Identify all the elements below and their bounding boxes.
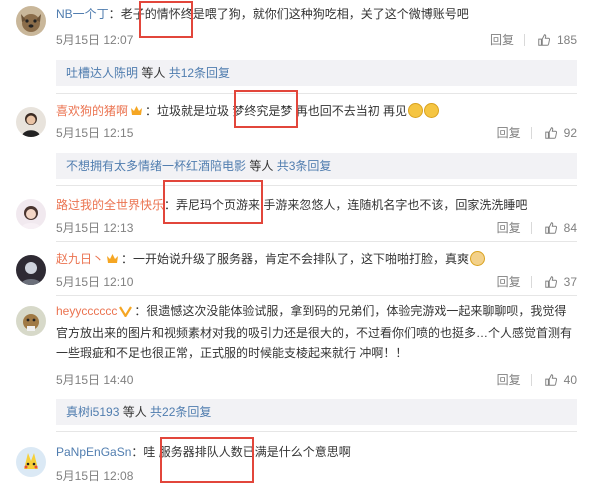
colon: ：	[108, 7, 121, 21]
reply-user-link[interactable]: 吐槽达人陈明	[66, 66, 138, 80]
colon: ：	[134, 304, 147, 318]
reply-user-link[interactable]: 不想拥有太多情绪一杯红酒陪电影	[66, 159, 246, 173]
username-link[interactable]: 赵九日丶	[56, 252, 104, 266]
colon: ：	[145, 104, 158, 118]
reply-user-link[interactable]: 真树i5193	[66, 405, 119, 419]
timestamp: 5月15日 12:10	[56, 275, 134, 289]
comment-body: 哇 服务器排队人数已满是什么个意思啊	[143, 445, 351, 459]
avatar[interactable]	[16, 306, 46, 336]
comment-text: NB一个丁：老子的情怀终是喂了狗，就你们这种狗吃相，关了这个微博账号吧	[56, 5, 469, 23]
avatar[interactable]	[16, 6, 46, 36]
divider	[56, 295, 577, 296]
username-link[interactable]: PaNpEnGaSn	[56, 445, 131, 459]
like-button[interactable]: 84	[544, 220, 577, 236]
more-replies-bar[interactable]: 真树i5193 等人 共22条回复	[56, 399, 577, 425]
thumbs-up-icon	[544, 127, 557, 139]
timestamp: 5月15日 14:40	[56, 373, 134, 387]
username-link[interactable]: 路过我的全世界快乐	[56, 198, 164, 212]
comment-body: 弄尼玛个页游来 手游来忽悠人，连随机名字也不该，回家洗洗睡吧	[176, 198, 528, 212]
like-count: 92	[563, 126, 577, 140]
more-replies-mid: 等人	[138, 66, 169, 80]
username-link[interactable]: NB一个丁	[56, 7, 109, 21]
action-divider	[530, 276, 532, 288]
colon: ：	[121, 252, 134, 266]
vip-badge-icon	[106, 252, 119, 270]
vip-badge-icon	[119, 303, 133, 323]
more-replies-mid: 等人	[119, 405, 151, 419]
thumbs-up-icon	[544, 374, 557, 386]
comment-text: heyycccccc ：很遗憾这次没能体验试服，拿到码的兄弟们，体验完游戏一起来聊…	[56, 301, 576, 363]
like-count: 37	[563, 275, 577, 289]
divider	[56, 93, 577, 94]
avatar[interactable]	[16, 199, 46, 229]
reply-button[interactable]: 回复	[497, 220, 521, 236]
comment-body: 垃圾就是垃圾 梦终究是梦 再也回不去当初 再见	[157, 104, 408, 118]
reply-button[interactable]: 回复	[490, 32, 514, 48]
reply-button[interactable]: 回复	[497, 274, 521, 290]
like-button[interactable]: 92	[544, 125, 577, 141]
avatar[interactable]	[16, 447, 46, 477]
timestamp: 5月15日 12:08	[56, 469, 134, 483]
vip-badge-icon	[130, 104, 143, 122]
comment-actions: 回复 92	[497, 125, 577, 141]
timestamp: 5月15日 12:15	[56, 126, 134, 140]
username-link[interactable]: heyycccccc	[56, 304, 117, 318]
more-replies-count[interactable]: 共12条回复	[169, 66, 230, 80]
like-button[interactable]: 37	[544, 274, 577, 290]
comment-actions: 回复 40	[497, 372, 577, 388]
comment-actions: 回复 84	[497, 220, 577, 236]
divider	[56, 185, 577, 186]
comment-actions: 回复 37	[497, 274, 577, 290]
more-replies-bar[interactable]: 吐槽达人陈明 等人 共12条回复	[56, 60, 577, 86]
like-count: 40	[563, 373, 577, 387]
timestamp: 5月15日 12:07	[56, 33, 134, 47]
like-count: 84	[563, 221, 577, 235]
comment-body: 一开始说升级了服务器，肯定不会排队了，这下啪啪打脸，真爽	[133, 252, 470, 266]
divider	[56, 241, 577, 242]
timestamp: 5月15日 12:13	[56, 221, 134, 235]
username-link[interactable]: 喜欢狗的猪啊	[56, 104, 128, 118]
divider	[56, 431, 577, 432]
comment-body: 老子的情怀终是喂了狗，就你们这种狗吃相，关了这个微博账号吧	[120, 7, 469, 21]
like-button[interactable]: 40	[544, 372, 577, 388]
action-divider	[530, 374, 532, 386]
comment-text: PaNpEnGaSn：哇 服务器排队人数已满是什么个意思啊	[56, 443, 351, 461]
comment-actions: 回复 185	[490, 32, 577, 48]
action-divider	[530, 222, 532, 234]
colon: ：	[164, 198, 177, 212]
reply-button[interactable]: 回复	[497, 372, 521, 388]
thumbs-up-icon	[538, 34, 550, 46]
more-replies-count[interactable]: 共3条回复	[277, 159, 332, 173]
smile-emoji-icon	[424, 103, 440, 118]
like-button[interactable]: 185	[537, 32, 577, 48]
comment-text: 路过我的全世界快乐：弄尼玛个页游来 手游来忽悠人，连随机名字也不该，回家洗洗睡吧	[56, 196, 527, 214]
smile-emoji-icon	[408, 103, 424, 118]
like-count: 185	[556, 33, 577, 47]
thumbs-up-icon	[544, 222, 557, 234]
more-replies-bar[interactable]: 不想拥有太多情绪一杯红酒陪电影 等人 共3条回复	[56, 153, 577, 179]
action-divider	[530, 127, 532, 139]
more-replies-count[interactable]: 共22条回复	[150, 405, 211, 419]
thumbs-up-icon	[544, 276, 557, 288]
doge-emoji-icon	[470, 251, 486, 266]
reply-button[interactable]: 回复	[497, 125, 521, 141]
more-replies-mid: 等人	[246, 159, 277, 173]
avatar[interactable]	[16, 255, 46, 285]
avatar[interactable]	[16, 107, 46, 137]
comment-text: 喜欢狗的猪啊 ：垃圾就是垃圾 梦终究是梦 再也回不去当初 再见	[56, 102, 440, 122]
comment-text: 赵九日丶 ：一开始说升级了服务器，肯定不会排队了，这下啪啪打脸，真爽	[56, 250, 486, 270]
action-divider	[523, 34, 525, 46]
colon: ：	[131, 445, 144, 459]
